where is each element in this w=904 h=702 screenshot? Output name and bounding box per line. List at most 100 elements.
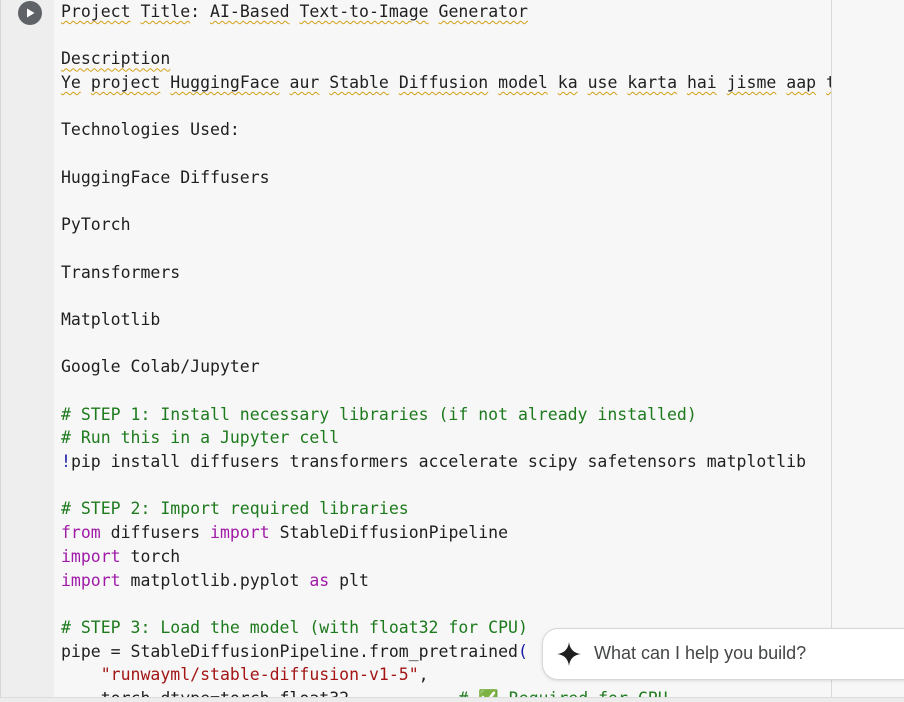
code-token: ka [557,73,578,93]
code-token: Description [61,49,171,69]
code-token: import [61,570,121,590]
code-token: Title [140,2,191,21]
code-token: ! [61,452,71,472]
code-token: import [210,523,270,543]
cell-gutter [0,0,55,697]
code-token: aur [289,73,320,93]
code-line: Google Colab/Jupyter [61,355,831,379]
code-token: "runwayml/stable-diffusion-v1-5" [100,665,419,685]
code-line: torch_dtype=torch.float32, # ✅ Required … [61,687,831,697]
code-line: Ye project HuggingFace aur Stable Diffus… [61,71,831,95]
code-token: : [190,2,211,21]
assistant-prompt-input[interactable]: What can I help you build? [542,628,904,680]
code-token: diffusers [100,523,211,543]
code-token: # STEP 2: Import required libraries [61,499,409,519]
code-token: # STEP 1: Install necessary libraries (i… [61,404,697,424]
code-line: PyTorch [61,213,831,237]
gemini-sparkle-icon [557,642,581,666]
code-line: from diffusers import StableDiffusionPip… [61,521,831,545]
code-token: plt [329,570,369,590]
code-line: import torch [61,545,831,569]
code-token: ( [517,641,528,661]
code-line: import matplotlib.pyplot as plt [61,569,831,593]
code-token: pip install diffusers transformers accel… [70,452,807,472]
code-token: model [498,73,548,93]
code-token: HuggingFace Diffusers [61,167,270,187]
code-token: use [587,73,618,93]
code-token: karta [627,73,677,93]
code-token: hai [686,73,717,93]
scroll-edge [0,697,904,702]
code-token: PyTorch [61,215,131,235]
code-token: pipe = StableDiffusionPipeline.from_pret… [61,641,518,661]
code-token: import [61,546,121,566]
code-line: # Run this in a Jupyter cell [61,426,831,450]
code-cell-editor[interactable]: Project Title: AI-Based Text-to-Image Ge… [54,0,832,697]
code-token: Matplotlib [61,309,161,329]
code-token: , [418,665,429,685]
code-token: HuggingFace [170,73,280,93]
right-pane [832,0,904,697]
code-line: # STEP 1: Install necessary libraries (i… [61,403,831,427]
code-token: aap [786,73,817,93]
code-token: # ✅ Required for CPU [458,689,667,697]
code-token: # Run this in a Jupyter cell [61,428,340,448]
code-line: Transformers [61,261,831,285]
assistant-placeholder: What can I help you build? [594,643,807,663]
run-cell-button[interactable] [18,1,42,25]
code-token: Transformers [61,262,181,282]
code-line: HuggingFace Diffusers [61,166,831,190]
code-token: Diffusion [398,73,489,93]
code-token: Ye [61,73,81,93]
code-token: Stable [329,73,389,93]
code-token: Google Colab/Jupyter [61,357,260,377]
code-line: Description [61,47,831,71]
code-token: matplotlib.pyplot [120,570,310,590]
code-token: Technologies Used: [61,120,240,140]
code-token: torch [120,546,181,566]
code-token: project [90,73,161,93]
code-token: as [309,570,330,590]
code-line: !pip install diffusers transformers acce… [61,450,831,474]
play-icon [27,8,35,18]
code-token: StableDiffusionPipeline [269,523,509,543]
code-token: jisme [726,73,777,93]
code-token: torch_dtype=torch.float32, [61,689,458,697]
code-token: # STEP 3: Load the model (with float32 f… [61,617,528,637]
code-content[interactable]: Project Title: AI-Based Text-to-Image Ge… [61,0,831,697]
code-token: Generator [438,2,528,21]
code-line: Matplotlib [61,308,831,332]
code-line: # STEP 2: Import required libraries [61,497,831,521]
code-token: Project [61,2,131,21]
code-line: Project Title: AI-Based Text-to-Image Ge… [61,0,831,24]
code-token: AI-Based [210,2,290,21]
code-token: Text-to-Image [299,2,429,21]
